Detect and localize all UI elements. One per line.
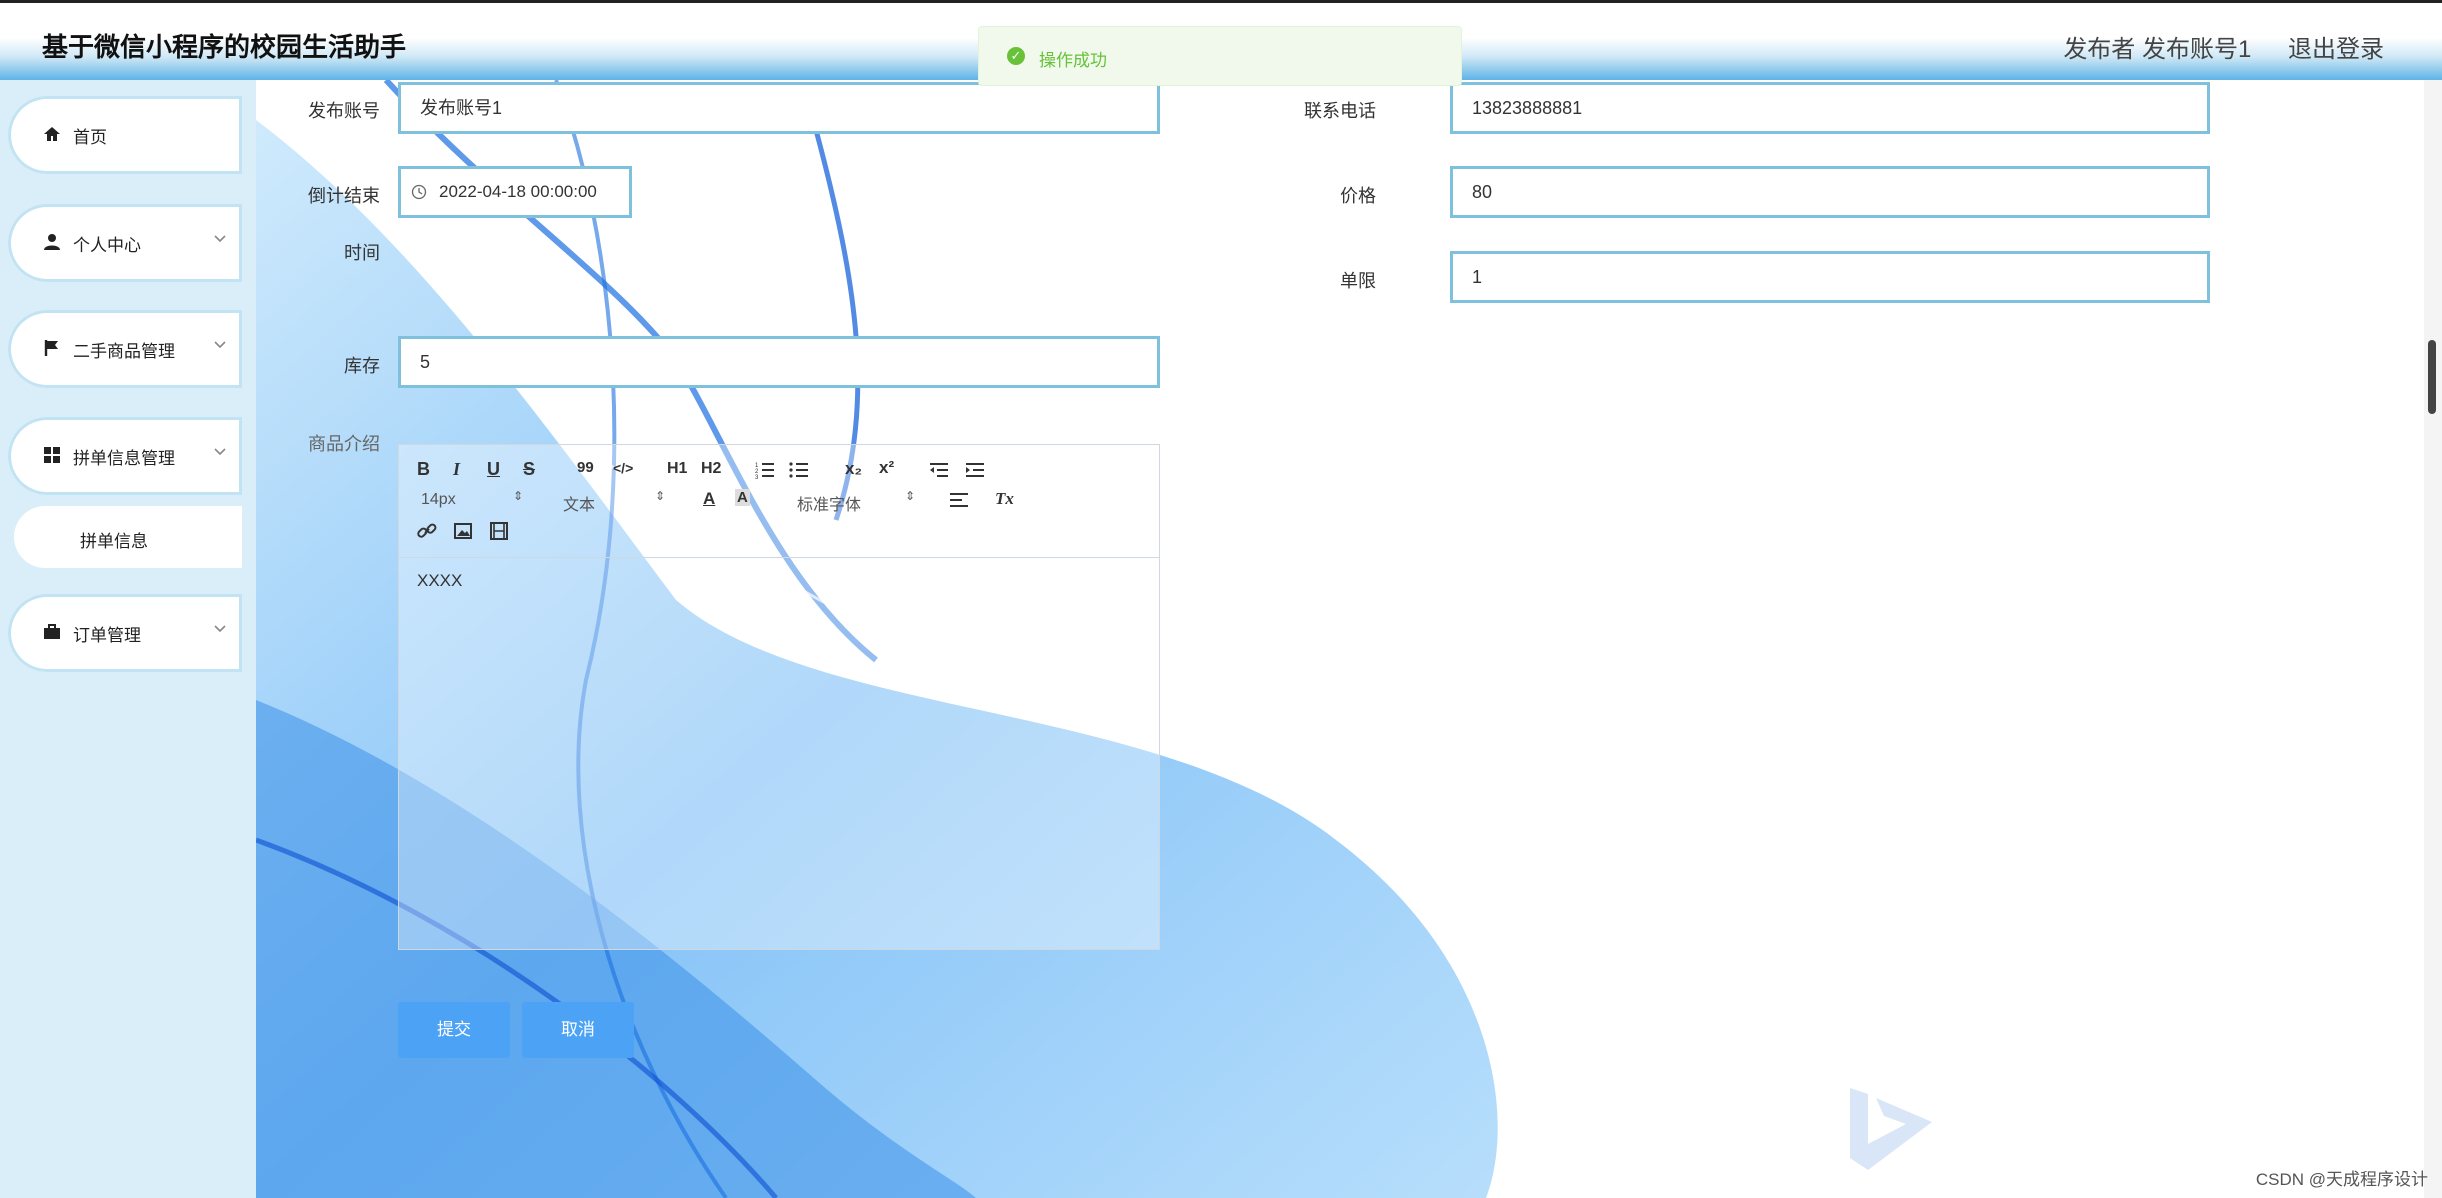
font-family-select-arrows[interactable]: ⇕ bbox=[905, 489, 915, 503]
image-icon[interactable] bbox=[453, 521, 473, 541]
watermark-text: CSDN @天成程序设计 bbox=[2255, 1170, 2428, 1189]
chevron-down-icon bbox=[214, 341, 226, 349]
bullet-list-icon[interactable] bbox=[789, 461, 809, 479]
scrollbar-track[interactable] bbox=[2424, 80, 2442, 1198]
limit-label: 单限 bbox=[1340, 271, 1376, 291]
sidebar-item-label: 个人中心 bbox=[73, 236, 141, 255]
stock-field[interactable]: 5 bbox=[398, 336, 1160, 388]
sidebar: 首页 个人中心 二手商品管理 拼单信息管理 拼单信息 订单管理 bbox=[0, 80, 256, 1198]
sidebar-item-label: 订单管理 bbox=[73, 626, 141, 645]
user-icon bbox=[44, 234, 60, 250]
cancel-button[interactable]: 取消 bbox=[522, 1002, 634, 1058]
account-field[interactable]: 发布账号1 bbox=[398, 82, 1160, 134]
font-color-icon[interactable]: A bbox=[703, 489, 715, 509]
sidebar-item-personal-center[interactable]: 个人中心 bbox=[8, 204, 242, 282]
outdent-icon[interactable] bbox=[929, 461, 949, 479]
account-label: 发布账号 bbox=[308, 101, 380, 121]
chevron-down-icon bbox=[214, 625, 226, 633]
logout-link[interactable]: 退出登录 bbox=[2288, 36, 2384, 63]
price-field[interactable]: 80 bbox=[1450, 166, 2210, 218]
bold-button[interactable]: B bbox=[417, 459, 430, 480]
header-user-area: 发布者 发布账号1 退出登录 bbox=[2033, 29, 2384, 64]
sidebar-subitem-label: 拼单信息 bbox=[80, 532, 148, 551]
submit-button[interactable]: 提交 bbox=[398, 1002, 510, 1058]
sidebar-item-orders[interactable]: 订单管理 bbox=[8, 594, 242, 672]
home-icon bbox=[44, 127, 60, 141]
background-color-icon[interactable]: A bbox=[735, 489, 750, 506]
paragraph-select[interactable]: 文本 bbox=[563, 491, 595, 515]
chevron-down-icon bbox=[214, 448, 226, 456]
svg-text:3: 3 bbox=[755, 475, 759, 479]
font-family-select[interactable]: 标准字体 bbox=[797, 491, 861, 515]
underline-button[interactable]: U bbox=[487, 459, 500, 480]
app-title: 基于微信小程序的校园生活助手 bbox=[42, 32, 407, 62]
clock-icon bbox=[411, 184, 427, 200]
editor-content[interactable]: XXXX bbox=[417, 571, 462, 591]
video-icon[interactable] bbox=[489, 521, 509, 541]
sidebar-item-group-buy[interactable]: 拼单信息管理 bbox=[8, 417, 242, 495]
link-icon[interactable] bbox=[417, 521, 437, 541]
font-size-select[interactable]: 14px bbox=[421, 491, 456, 509]
paragraph-select-arrows[interactable]: ⇕ bbox=[655, 489, 665, 503]
code-button[interactable]: </> bbox=[613, 460, 633, 476]
bing-logo-icon bbox=[1850, 1088, 1932, 1170]
superscript-button[interactable]: x² bbox=[879, 458, 894, 478]
editor-toolbar: B I U S 99 </> H1 H2 123 x₂ x² 14px ⇕ 文本… bbox=[399, 445, 1159, 558]
briefcase-icon bbox=[44, 624, 60, 639]
align-icon[interactable] bbox=[949, 491, 969, 509]
sidebar-item-label: 二手商品管理 bbox=[73, 342, 175, 361]
quote-button[interactable]: 99 bbox=[577, 459, 594, 476]
intro-label: 商品介绍 bbox=[308, 434, 380, 454]
countdown-label-line2: 时间 bbox=[344, 243, 380, 263]
price-label: 价格 bbox=[1340, 186, 1376, 206]
phone-field[interactable]: 13823888881 bbox=[1450, 82, 2210, 134]
toast-message: 操作成功 bbox=[1039, 51, 1107, 70]
success-toast: ✓ 操作成功 bbox=[978, 26, 1462, 86]
clear-format-button[interactable]: Tx bbox=[995, 489, 1014, 509]
countdown-value: 2022-04-18 00:00:00 bbox=[439, 182, 597, 201]
chevron-down-icon bbox=[214, 235, 226, 243]
sidebar-item-label: 首页 bbox=[73, 128, 107, 147]
main-content: 发布账号 发布账号1 倒计结束 时间 2022-04-18 00:00:00 库… bbox=[256, 80, 2442, 1198]
current-user: 发布者 发布账号1 bbox=[2063, 36, 2252, 63]
strike-button[interactable]: S bbox=[523, 459, 535, 480]
subscript-button[interactable]: x₂ bbox=[845, 459, 862, 479]
flag-icon bbox=[44, 340, 58, 356]
limit-field[interactable]: 1 bbox=[1450, 251, 2210, 303]
sidebar-item-label: 拼单信息管理 bbox=[73, 449, 175, 468]
font-size-select-arrows[interactable]: ⇕ bbox=[513, 489, 523, 503]
h1-button[interactable]: H1 bbox=[667, 460, 687, 478]
indent-icon[interactable] bbox=[965, 461, 985, 479]
scrollbar-thumb[interactable] bbox=[2428, 340, 2436, 414]
stock-label: 库存 bbox=[344, 356, 380, 376]
rich-text-editor[interactable]: B I U S 99 </> H1 H2 123 x₂ x² 14px ⇕ 文本… bbox=[398, 444, 1160, 950]
italic-button[interactable]: I bbox=[453, 459, 460, 480]
sidebar-subitem-group-buy-info[interactable]: 拼单信息 bbox=[14, 506, 242, 568]
countdown-label: 倒计结束 bbox=[308, 186, 380, 206]
ordered-list-icon[interactable]: 123 bbox=[755, 461, 775, 479]
h2-button[interactable]: H2 bbox=[701, 460, 721, 478]
phone-label: 联系电话 bbox=[1304, 101, 1376, 121]
sidebar-item-secondhand[interactable]: 二手商品管理 bbox=[8, 310, 242, 388]
success-check-icon: ✓ bbox=[1007, 47, 1025, 65]
sidebar-item-home[interactable]: 首页 bbox=[8, 96, 242, 174]
grid-icon bbox=[44, 447, 60, 463]
countdown-date-picker[interactable]: 2022-04-18 00:00:00 bbox=[398, 166, 632, 218]
